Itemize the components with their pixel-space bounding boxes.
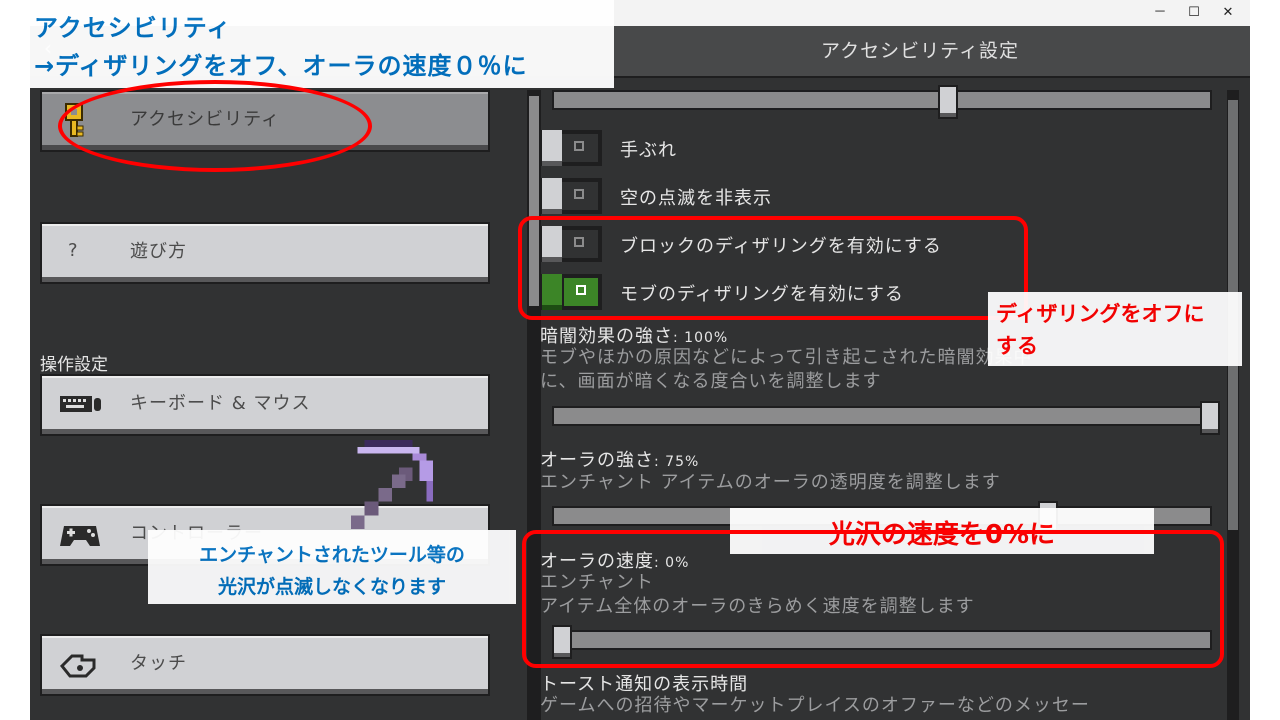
darkness-slider-knob[interactable] <box>1200 401 1220 435</box>
annotation-enchant-box: エンチャントされたツール等の 光沢が点滅しなくなります <box>148 530 516 604</box>
aura-strength-title: オーラの強さ: 75% <box>540 450 700 471</box>
keyboard-icon <box>60 396 101 412</box>
annotation-enchant-line-2: 光沢が点滅しなくなります <box>217 576 446 598</box>
enchanted-pickaxe-icon <box>350 440 434 530</box>
hide-sky-flash-label: 空の点滅を非表示 <box>620 188 772 209</box>
question-icon: ? <box>68 240 78 261</box>
sidebar-item-label: タッチ <box>130 653 187 674</box>
annotation-dither-line-1: ディザリングをオフに <box>996 302 1205 326</box>
darkness-description-2: に、画面が暗くなる度合いを調整します <box>540 371 882 392</box>
toast-title: トースト通知の表示時間 <box>540 674 749 695</box>
close-button[interactable]: ✕ <box>1208 2 1248 24</box>
gamepad-icon <box>60 526 100 546</box>
annotation-enchant-line-1: エンチャントされたツール等の <box>199 544 465 566</box>
annotation-title-line-2: →ディザリングをオフ、オーラの速度０％に <box>34 52 528 80</box>
annotation-title-box: アクセシビリティ →ディザリングをオフ、オーラの速度０％に <box>30 0 614 88</box>
sidebar-item-keyboard-mouse[interactable]: キーボード & マウス <box>40 374 490 436</box>
sidebar-item-touch[interactable]: タッチ <box>40 634 490 696</box>
page-title: アクセシビリティ設定 <box>821 40 1019 62</box>
main-scrollbar[interactable] <box>1227 90 1239 720</box>
annotation-title-line-1: アクセシビリティ <box>34 14 232 42</box>
highlight-box-aura-speed <box>522 530 1224 668</box>
annotation-dither-box: ディザリングをオフに する <box>988 292 1242 366</box>
darkness-description-1: モブやほかの原因などによって引き起こされた暗闇効果中 <box>540 347 1033 368</box>
camera-shake-toggle[interactable] <box>540 130 602 166</box>
annotation-dither-line-2: する <box>996 334 1038 358</box>
aura-strength-value: : 75% <box>654 454 700 470</box>
darkness-value: : 100% <box>673 330 729 346</box>
darkness-slider[interactable] <box>552 401 1220 435</box>
sidebar-item-label: 遊び方 <box>130 241 187 262</box>
sidebar-item-label: キーボード & マウス <box>130 393 311 414</box>
aura-strength-description: エンチャント アイテムのオーラの透明度を調整します <box>540 472 1001 493</box>
touch-icon <box>59 654 96 678</box>
toast-description: ゲームへの招待やマーケットプレイスのオファーなどのメッセー <box>540 695 1090 716</box>
highlight-box-dithering <box>518 216 1028 320</box>
top-slider-knob[interactable] <box>938 85 958 119</box>
sidebar-item-how-to-play[interactable]: ? 遊び方 <box>40 222 490 284</box>
hide-sky-flash-toggle[interactable] <box>540 178 602 214</box>
camera-shake-label: 手ぶれ <box>620 140 677 161</box>
top-slider[interactable] <box>552 85 1212 119</box>
highlight-ellipse-accessibility <box>58 80 372 172</box>
darkness-title: 暗闇効果の強さ: 100% <box>540 326 729 347</box>
section-heading-controls: 操作設定 <box>40 355 108 375</box>
